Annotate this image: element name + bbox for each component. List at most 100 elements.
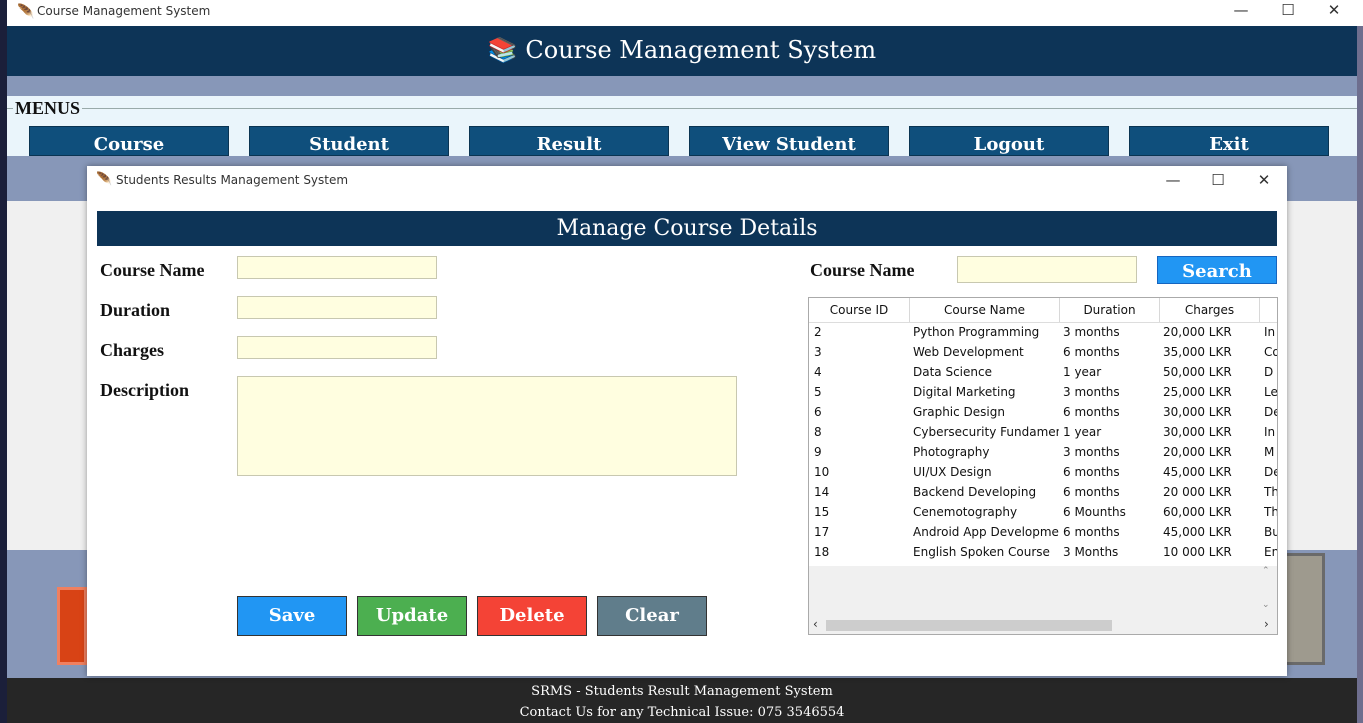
cell-course-name: Web Development bbox=[913, 345, 1024, 359]
horizontal-scrollbar[interactable]: ‹ › bbox=[809, 616, 1277, 634]
menu-result-button[interactable]: Result bbox=[469, 126, 669, 156]
search-button[interactable]: Search bbox=[1157, 256, 1277, 284]
feather-icon: 🪶 bbox=[17, 4, 35, 20]
scroll-right-icon[interactable]: › bbox=[1264, 617, 1269, 631]
maximize-icon[interactable]: ☐ bbox=[1203, 171, 1233, 189]
maximize-icon[interactable]: ☐ bbox=[1273, 1, 1303, 19]
background-panel-right bbox=[1283, 553, 1325, 665]
cell-course-id: 6 bbox=[814, 405, 822, 419]
dialog-titlebar: 🪶 Students Results Management System — ☐… bbox=[87, 166, 1287, 196]
table-row[interactable]: 17 Android App Development 6 months 45,000 … bbox=[809, 522, 1277, 542]
table-row[interactable]: 4 Data Science 1 year 50,000 LKR D bbox=[809, 362, 1277, 382]
horizontal-scrollbar-thumb[interactable] bbox=[826, 620, 1112, 631]
vertical-scrollbar[interactable]: ⌃ ⌄ bbox=[1257, 566, 1277, 616]
cell-duration: 6 Mounths bbox=[1063, 505, 1126, 519]
charges-input[interactable] bbox=[237, 336, 437, 359]
column-header-course-id[interactable]: Course ID bbox=[809, 298, 910, 322]
menu-course-button[interactable]: Course bbox=[29, 126, 229, 156]
main-titlebar: 🪶 Course Management System — ☐ ✕ bbox=[7, 0, 1363, 26]
update-button[interactable]: Update bbox=[357, 596, 467, 636]
menu-student-button[interactable]: Student bbox=[249, 126, 449, 156]
cell-course-id: 14 bbox=[814, 485, 830, 499]
cell-duration: 6 months bbox=[1063, 525, 1120, 539]
cell-charges: 20,000 LKR bbox=[1163, 325, 1232, 339]
save-button[interactable]: Save bbox=[237, 596, 347, 636]
cell-charges: 10 000 LKR bbox=[1163, 545, 1232, 559]
cell-duration: 1 year bbox=[1063, 425, 1102, 439]
cell-course-id: 9 bbox=[814, 445, 822, 459]
footer: SRMS - Students Result Management System… bbox=[7, 678, 1357, 723]
minimize-icon[interactable]: — bbox=[1158, 171, 1188, 189]
table-row[interactable]: 8 Cybersecurity Fundamenta 1 year 30,000 L… bbox=[809, 422, 1277, 442]
main-window-title: Course Management System bbox=[37, 4, 211, 18]
clear-button[interactable]: Clear bbox=[597, 596, 707, 636]
table-row[interactable]: 6 Graphic Design 6 months 30,000 LKR De bbox=[809, 402, 1277, 422]
table-row[interactable]: 2 Python Programming 3 months 20,000 LKR In bbox=[809, 322, 1277, 342]
course-name-input[interactable] bbox=[237, 256, 437, 279]
cell-course-id: 3 bbox=[814, 345, 822, 359]
cell-course-name: Cenemotography bbox=[913, 505, 1018, 519]
app-header-title: Course Management System bbox=[525, 36, 877, 64]
table-row[interactable]: 5 Digital Marketing 3 months 25,000 LKR Le bbox=[809, 382, 1277, 402]
menu-exit-button[interactable]: Exit bbox=[1129, 126, 1329, 156]
menus-frame: MENUS Course Student Result View Student… bbox=[7, 96, 1357, 191]
menus-label: MENUS bbox=[13, 98, 83, 119]
cell-charges: 20,000 LKR bbox=[1163, 445, 1232, 459]
cell-charges: 20 000 LKR bbox=[1163, 485, 1232, 499]
cell-duration: 1 year bbox=[1063, 365, 1102, 379]
cell-description: Th bbox=[1264, 485, 1277, 499]
table-row[interactable]: 18 English Spoken Course 3 Months 10 000 LK… bbox=[809, 542, 1277, 562]
table-row[interactable]: 9 Photography 3 months 20,000 LKR M bbox=[809, 442, 1277, 462]
cell-course-name: Android App Development bbox=[913, 525, 1059, 539]
footer-line-1: SRMS - Students Result Management System bbox=[531, 684, 833, 699]
cell-description: Bu bbox=[1264, 525, 1277, 539]
table-row[interactable]: 15 Cenemotography 6 Mounths 60,000 LKR Th bbox=[809, 502, 1277, 522]
charges-label: Charges bbox=[100, 340, 164, 360]
scroll-left-icon[interactable]: ‹ bbox=[813, 617, 818, 631]
cell-charges: 45,000 LKR bbox=[1163, 465, 1232, 479]
header-stripe bbox=[7, 76, 1357, 96]
table-row[interactable]: 14 Backend Developing 6 months 20 000 LKR Th bbox=[809, 482, 1277, 502]
cell-description: In bbox=[1264, 425, 1276, 439]
description-textarea[interactable] bbox=[237, 376, 737, 476]
footer-line-2: Contact Us for any Technical Issue: 075 … bbox=[519, 705, 845, 720]
minimize-icon[interactable]: — bbox=[1226, 1, 1256, 19]
search-input[interactable] bbox=[957, 256, 1137, 283]
table-row[interactable]: 3 Web Development 6 months 35,000 LKR Co bbox=[809, 342, 1277, 362]
cell-course-name: Cybersecurity Fundamenta bbox=[913, 425, 1059, 439]
cell-course-id: 10 bbox=[814, 465, 830, 479]
scroll-down-icon[interactable]: ⌄ bbox=[1262, 600, 1270, 610]
cell-description: Co bbox=[1264, 345, 1277, 359]
cell-duration: 6 months bbox=[1063, 345, 1120, 359]
close-icon[interactable]: ✕ bbox=[1249, 171, 1279, 189]
duration-input[interactable] bbox=[237, 296, 437, 319]
cell-course-id: 15 bbox=[814, 505, 830, 519]
table-row[interactable]: 10 UI/UX Design 6 months 45,000 LKR De bbox=[809, 462, 1277, 482]
app-header: 📚 Course Management System bbox=[7, 26, 1357, 76]
feather-icon: 🪶 bbox=[96, 172, 113, 187]
menu-view-student-results-button[interactable]: View Student Results bbox=[689, 126, 889, 191]
close-icon[interactable]: ✕ bbox=[1319, 1, 1349, 19]
cell-charges: 30,000 LKR bbox=[1163, 425, 1232, 439]
cell-course-name: Data Science bbox=[913, 365, 992, 379]
cell-description: D bbox=[1264, 365, 1274, 379]
cell-course-name: Python Programming bbox=[913, 325, 1040, 339]
main-window-right-edge bbox=[1357, 26, 1363, 723]
cell-course-id: 5 bbox=[814, 385, 822, 399]
scroll-up-icon[interactable]: ⌃ bbox=[1262, 566, 1270, 576]
column-header-charges[interactable]: Charges bbox=[1160, 298, 1260, 322]
delete-button[interactable]: Delete bbox=[477, 596, 587, 636]
description-label: Description bbox=[100, 380, 189, 400]
cell-course-id: 18 bbox=[814, 545, 830, 559]
cell-description: Th bbox=[1264, 505, 1277, 519]
search-course-name-label: Course Name bbox=[810, 260, 915, 280]
column-header-duration[interactable]: Duration bbox=[1060, 298, 1160, 322]
table-body-area: Course ID Course Name Duration Charges 2… bbox=[809, 298, 1277, 566]
cell-course-name: UI/UX Design bbox=[913, 465, 992, 479]
course-name-label: Course Name bbox=[100, 260, 205, 280]
cell-description: In bbox=[1264, 325, 1276, 339]
books-icon: 📚 bbox=[487, 36, 518, 64]
cell-duration: 3 months bbox=[1063, 445, 1120, 459]
column-header-course-name[interactable]: Course Name bbox=[910, 298, 1060, 322]
menu-logout-button[interactable]: Logout bbox=[909, 126, 1109, 156]
